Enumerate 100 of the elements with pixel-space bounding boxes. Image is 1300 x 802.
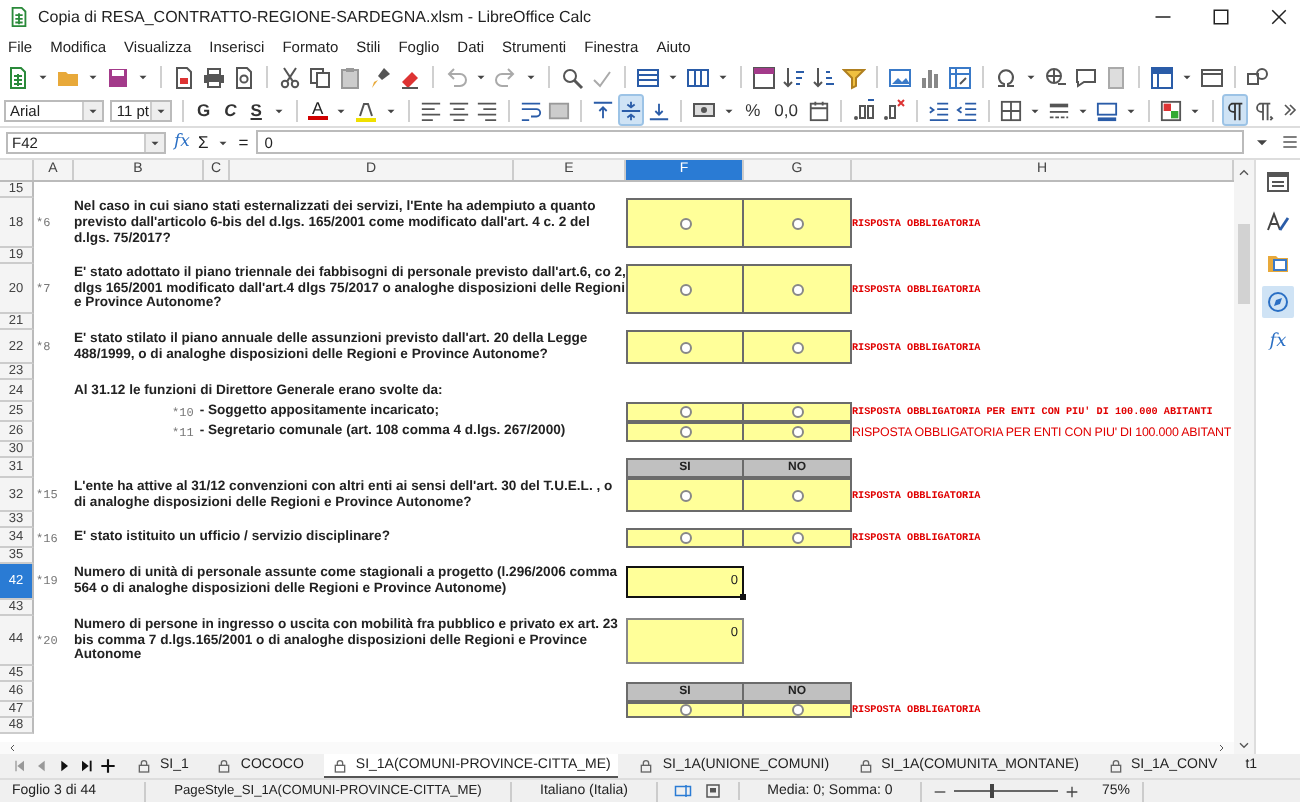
answer-cell[interactable] bbox=[626, 478, 744, 513]
bar-chart-icon[interactable] bbox=[918, 65, 942, 90]
radio-button[interactable] bbox=[679, 532, 691, 545]
wrap-text-icon[interactable] bbox=[519, 99, 542, 122]
table-rows-icon[interactable] bbox=[636, 65, 660, 90]
menu-icon[interactable] bbox=[1280, 132, 1300, 153]
align-middle-button[interactable] bbox=[619, 96, 642, 125]
add-decimal-icon[interactable] bbox=[852, 98, 876, 123]
selection-mode-icon[interactable] bbox=[674, 782, 692, 801]
sidebar-tab[interactable] bbox=[1262, 286, 1294, 319]
delete-decimal-icon[interactable] bbox=[882, 98, 906, 123]
answer-cell[interactable] bbox=[626, 528, 744, 548]
answer-cell[interactable] bbox=[744, 528, 852, 548]
banknote-icon[interactable] bbox=[691, 98, 716, 123]
radio-button[interactable] bbox=[679, 406, 691, 419]
radio-button[interactable] bbox=[679, 283, 691, 296]
sidebar-tab[interactable]: fx bbox=[1262, 326, 1294, 359]
table-header-icon[interactable] bbox=[752, 65, 776, 90]
radio-button[interactable] bbox=[679, 341, 691, 354]
line-style-icon[interactable] bbox=[1048, 99, 1070, 122]
answer-cell[interactable] bbox=[626, 198, 744, 249]
fill-handle[interactable] bbox=[740, 593, 746, 600]
thousands-separator-button[interactable]: 0,0 bbox=[770, 100, 802, 121]
scroll-up-icon[interactable] bbox=[1236, 164, 1252, 181]
new-spreadsheet-icon[interactable] bbox=[6, 65, 30, 90]
close-icon[interactable] bbox=[1270, 8, 1288, 27]
search-icon[interactable] bbox=[560, 65, 584, 90]
font-color-button[interactable]: A bbox=[307, 100, 328, 121]
answer-cell[interactable] bbox=[744, 422, 852, 443]
zoom-slider-thumb[interactable] bbox=[989, 784, 994, 799]
pivot-table-icon[interactable] bbox=[948, 65, 972, 90]
align-right-icon[interactable] bbox=[475, 99, 498, 122]
table-columns-icon[interactable] bbox=[686, 65, 710, 90]
align-left-icon[interactable] bbox=[419, 99, 442, 122]
more-chevrons-icon[interactable] bbox=[1280, 100, 1300, 121]
page-preview-icon[interactable] bbox=[232, 65, 256, 90]
funnel-icon[interactable] bbox=[842, 65, 866, 90]
picture-icon[interactable] bbox=[888, 65, 912, 90]
answer-cell[interactable] bbox=[626, 264, 744, 314]
answer-cell[interactable] bbox=[744, 198, 852, 249]
pilcrow-right-to-left-icon[interactable] bbox=[1252, 99, 1274, 122]
align-center-icon[interactable] bbox=[447, 99, 470, 122]
sort-ascending-icon[interactable] bbox=[782, 65, 806, 90]
radio-button[interactable] bbox=[791, 217, 803, 230]
percent-button[interactable]: % bbox=[741, 100, 765, 121]
split-window-icon[interactable] bbox=[1200, 65, 1224, 90]
radio-button[interactable] bbox=[791, 426, 803, 439]
radio-button[interactable] bbox=[791, 406, 803, 419]
highlighter-icon[interactable] bbox=[353, 98, 378, 123]
radio-button[interactable] bbox=[679, 426, 691, 439]
answer-cell[interactable] bbox=[626, 329, 744, 365]
radio-button[interactable] bbox=[791, 703, 803, 716]
shapes-icon[interactable] bbox=[1246, 65, 1270, 90]
freeze-rows-icon[interactable] bbox=[1150, 65, 1174, 90]
padlock-icon bbox=[331, 757, 348, 774]
pilcrow-left-to-right-button[interactable] bbox=[1224, 96, 1246, 125]
copy-icon[interactable] bbox=[308, 65, 332, 90]
radio-button[interactable] bbox=[679, 703, 691, 716]
sum-button[interactable]: Σ bbox=[197, 132, 209, 153]
radio-button[interactable] bbox=[791, 341, 803, 354]
conditional-format-icon[interactable] bbox=[1160, 99, 1182, 122]
cut-icon[interactable] bbox=[278, 65, 302, 90]
merge-cells-icon[interactable] bbox=[547, 99, 570, 122]
scrollbar-thumb[interactable] bbox=[1238, 224, 1250, 305]
sort-descending-icon[interactable] bbox=[812, 65, 836, 90]
last-sheet-icon[interactable] bbox=[78, 758, 94, 775]
add-sheet-icon[interactable] bbox=[100, 758, 116, 775]
answer-cell[interactable] bbox=[744, 478, 852, 513]
borders-icon[interactable] bbox=[1000, 99, 1022, 122]
speech-bubble-icon[interactable] bbox=[1074, 65, 1098, 90]
bold-button[interactable]: G bbox=[193, 100, 215, 121]
calendar-icon[interactable] bbox=[808, 99, 830, 122]
outdent-icon[interactable] bbox=[956, 99, 978, 122]
answer-cell[interactable] bbox=[744, 264, 852, 314]
maximize-icon[interactable] bbox=[1212, 8, 1230, 27]
answer-cell[interactable] bbox=[744, 402, 852, 423]
function-wizard-button[interactable]: fx bbox=[174, 132, 190, 153]
globe-link-icon[interactable] bbox=[1044, 65, 1068, 90]
answer-cell[interactable] bbox=[626, 422, 744, 443]
omega-icon[interactable] bbox=[994, 65, 1018, 90]
answer-cell[interactable] bbox=[744, 329, 852, 365]
radio-button[interactable] bbox=[791, 532, 803, 545]
align-bottom-icon[interactable] bbox=[647, 99, 670, 122]
paintbrush-icon[interactable] bbox=[368, 65, 392, 90]
clipboard-icon[interactable] bbox=[338, 65, 362, 90]
next-sheet-icon[interactable] bbox=[56, 758, 72, 775]
radio-button[interactable] bbox=[791, 489, 803, 502]
printer-icon[interactable] bbox=[202, 65, 226, 90]
underline-button[interactable]: S bbox=[246, 100, 266, 121]
radio-button[interactable] bbox=[791, 283, 803, 296]
zoom-in-icon[interactable] bbox=[1064, 783, 1080, 800]
indent-icon[interactable] bbox=[928, 99, 950, 122]
radio-button[interactable] bbox=[679, 489, 691, 502]
border-color-icon[interactable] bbox=[1096, 99, 1118, 122]
answer-cell[interactable] bbox=[626, 402, 744, 423]
align-top-icon[interactable] bbox=[591, 99, 614, 122]
pdf-document-icon[interactable] bbox=[172, 65, 196, 90]
radio-button[interactable] bbox=[679, 217, 691, 230]
formula-button[interactable]: = bbox=[238, 132, 249, 153]
italic-button[interactable]: C bbox=[220, 100, 241, 121]
